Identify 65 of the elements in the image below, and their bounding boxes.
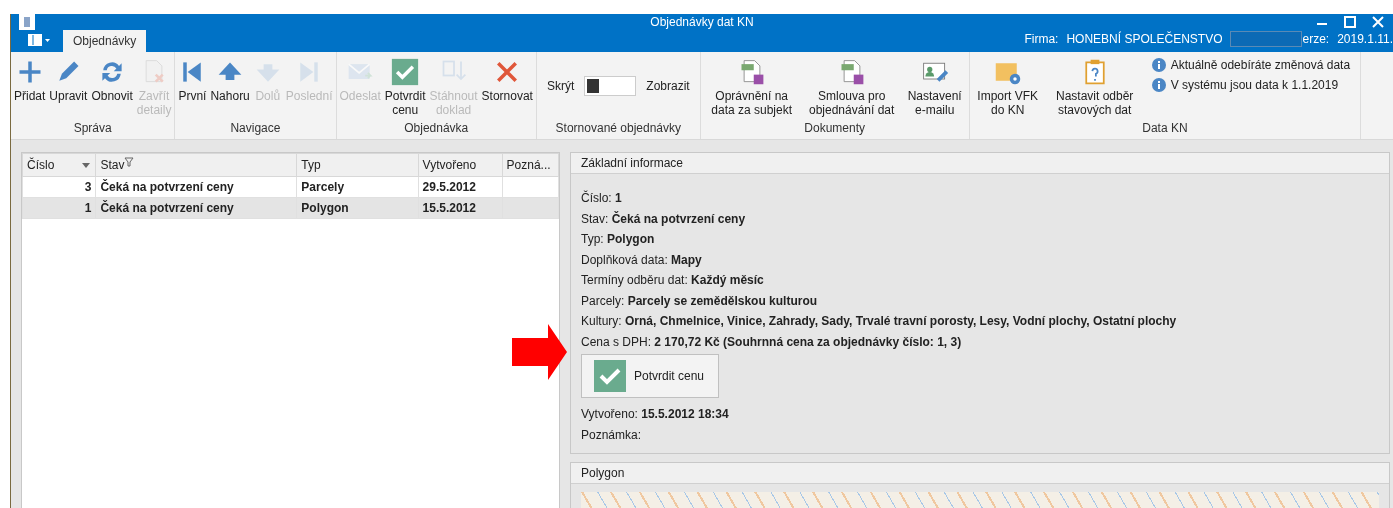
detail-line: Typ: Polygon bbox=[581, 231, 656, 248]
filter-icon[interactable] bbox=[124, 157, 135, 167]
toolbar-button[interactable]: Nastavení e-mailu bbox=[902, 56, 967, 119]
group-label: Objednávka bbox=[403, 120, 470, 137]
group-label: Stornované objednávky bbox=[554, 120, 683, 137]
toolbar-button[interactable]: Obnovit bbox=[90, 56, 134, 105]
table-cell: 1 bbox=[22, 197, 96, 219]
detail-line: Cena s DPH: 2 170,72 Kč (Souhrnná cena za objednávky číslo: 1, 3) bbox=[581, 333, 963, 351]
toolbar-button[interactable]: Import VFK do KN bbox=[971, 56, 1044, 119]
detail-line: Kultury: Orná, Chmelnice, Vinice, Zahrady, Sady, Trvalé travní porosty, Lesy, Vodní plochy, Ostatní plochy bbox=[581, 313, 1178, 330]
info-icon bbox=[1151, 78, 1166, 92]
detail-line: Parcely: Parcely se zemědělskou kulturou bbox=[581, 292, 819, 310]
detail-line: Termíny odběru dat: Každý měsíc bbox=[581, 272, 765, 289]
close-icon[interactable] bbox=[1371, 15, 1385, 29]
detail-line: Poznámka: bbox=[581, 426, 643, 444]
column-header[interactable]: Vytvořeno bbox=[418, 153, 503, 177]
group-label: Dokumenty bbox=[803, 120, 866, 137]
company-label: Firma: bbox=[1024, 32, 1059, 46]
toggle-on-label: Zobrazit bbox=[646, 79, 690, 93]
toolbar-button[interactable]: Nahoru bbox=[209, 56, 251, 105]
toolbar-button[interactable]: Upravit bbox=[48, 56, 89, 105]
maximize-icon[interactable] bbox=[1343, 15, 1357, 29]
column-header[interactable]: Typ bbox=[296, 153, 419, 177]
info-text: Aktuálně odebíráte změnová data bbox=[1170, 58, 1351, 72]
table-cell bbox=[502, 176, 559, 198]
group-label: Data KN bbox=[1141, 120, 1189, 137]
table-cell: 3 bbox=[22, 176, 96, 198]
toolbar-button[interactable]: Potvrdit cenu bbox=[383, 56, 427, 119]
table-cell: Parcely bbox=[296, 176, 419, 198]
column-header[interactable]: Pozná... bbox=[502, 153, 559, 177]
app-icon bbox=[19, 14, 35, 30]
table-cell: Čeká na potvrzení ceny bbox=[95, 176, 297, 198]
column-header[interactable]: Číslo bbox=[22, 153, 96, 177]
menu-icon[interactable] bbox=[27, 32, 51, 48]
toolbar-button[interactable]: Nastavit odběr stavových dat bbox=[1045, 56, 1144, 119]
window-title: Objednávky dat KN bbox=[650, 15, 754, 29]
checkmark-icon bbox=[391, 58, 420, 86]
detail-line: Číslo: 1 bbox=[581, 189, 623, 207]
group-label: Správa bbox=[72, 120, 113, 137]
version-number: 2019.1.11. bbox=[1337, 32, 1393, 46]
checkmark-icon bbox=[594, 360, 626, 392]
confirm-price-button[interactable]: Potvrdit cenu bbox=[581, 354, 720, 398]
toolbar-button[interactable]: Přidat bbox=[13, 56, 47, 105]
info-icon bbox=[1151, 58, 1166, 72]
pointer-arrow bbox=[512, 324, 567, 380]
detail-line: Stav: Čeká na potvrzení ceny bbox=[581, 210, 747, 228]
toggle-switch[interactable] bbox=[584, 76, 637, 96]
table-cell: 29.5.2012 bbox=[418, 176, 503, 198]
version-label: erze: bbox=[1302, 32, 1330, 46]
detail-line: Doplňková data: Mapy bbox=[581, 251, 703, 269]
toggle-thumb[interactable] bbox=[587, 79, 600, 93]
group-label: Navigace bbox=[229, 120, 282, 137]
toolbar-button[interactable]: Stornovat bbox=[480, 56, 534, 105]
info-text: V systému jsou data k 1.1.2019 bbox=[1170, 78, 1339, 92]
company-name: HONEBNÍ SPOLEČENSTVO bbox=[1066, 32, 1223, 46]
detail-line: Vytvořeno: 15.5.2012 18:34 bbox=[581, 406, 730, 423]
column-header[interactable]: Stav bbox=[95, 153, 297, 177]
toolbar-button[interactable]: Smlouva pro objednávání dat bbox=[802, 56, 901, 119]
toolbar-button[interactable]: První bbox=[177, 56, 208, 105]
toggle-off-label: Skrýt bbox=[546, 79, 575, 93]
tab[interactable]: Objednávky bbox=[63, 30, 147, 52]
sort-icon[interactable] bbox=[81, 160, 92, 170]
toolbar-button[interactable]: Oprávnění na data za subjekt bbox=[702, 56, 801, 119]
panel-title: Základní informace bbox=[571, 153, 1389, 174]
panel-title: Polygon bbox=[571, 463, 1389, 484]
